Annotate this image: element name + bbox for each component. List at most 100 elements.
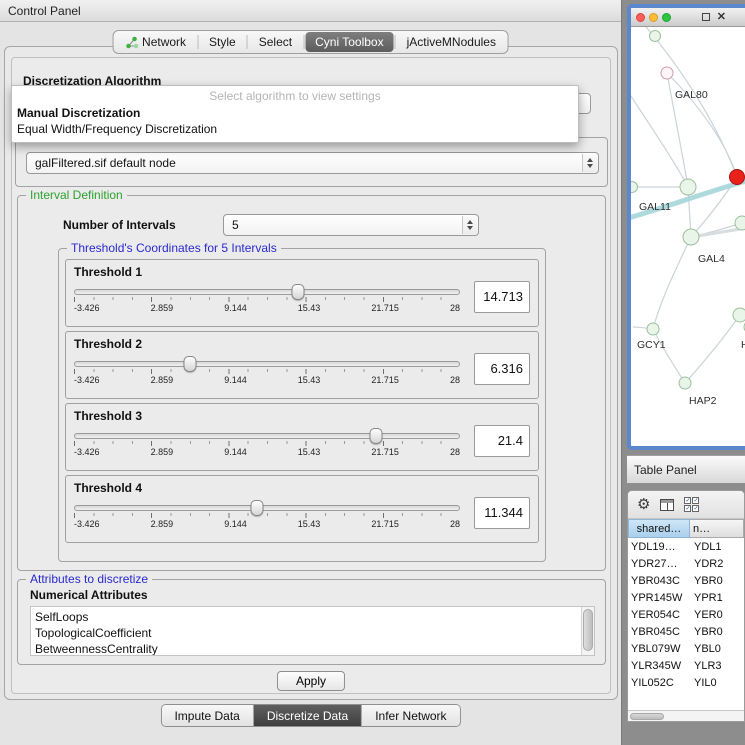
network-node[interactable] bbox=[683, 229, 700, 246]
tick-label: -3.426 bbox=[74, 303, 100, 313]
threshold-label: Threshold 2 bbox=[74, 337, 530, 351]
network-node-label: HAP2 bbox=[689, 395, 716, 407]
table-row[interactable]: YPR145WYPR1 bbox=[628, 589, 744, 606]
network-node[interactable] bbox=[729, 169, 745, 185]
slider-thumb[interactable] bbox=[370, 428, 383, 444]
mini-checkbox-icon: ✓ bbox=[684, 497, 691, 504]
table-row[interactable]: YDL19…YDL1 bbox=[628, 538, 744, 555]
frame-controls: ✕ bbox=[702, 12, 742, 23]
algorithm-popup-list: Manual DiscretizationEqual Width/Frequen… bbox=[12, 105, 578, 137]
tab-separator bbox=[247, 35, 248, 49]
tick-label: 21.715 bbox=[371, 375, 399, 385]
threshold-value-box[interactable]: 14.713 bbox=[474, 281, 530, 313]
table-panel-title: Table Panel bbox=[634, 463, 697, 477]
table-cell: YLR3 bbox=[690, 660, 744, 672]
table-cell: YBR0 bbox=[690, 626, 744, 638]
table-row[interactable]: YIL052CYIL0 bbox=[628, 674, 744, 691]
cyni-toolbox-panel: Discretization Algorithm Select algorith… bbox=[4, 46, 618, 700]
slider-track[interactable] bbox=[74, 505, 460, 511]
top-tab-bar: Network StyleSelectCyni ToolboxjActiveMNo… bbox=[112, 30, 509, 54]
algorithm-popup: Select algorithm to view settings Manual… bbox=[11, 85, 579, 143]
close-traffic-light-icon[interactable] bbox=[636, 13, 645, 22]
scrollbar-thumb[interactable] bbox=[583, 609, 593, 651]
table-row[interactable]: YBR045CYBR0 bbox=[628, 623, 744, 640]
column-header[interactable]: n… bbox=[690, 519, 744, 538]
threshold-slider[interactable]: -3.4262.8599.14415.4321.71528 bbox=[74, 424, 460, 457]
zoom-traffic-light-icon[interactable] bbox=[662, 13, 671, 22]
horizontal-scrollbar[interactable] bbox=[628, 710, 744, 721]
slider-tick-labels: -3.4262.8599.14415.4321.71528 bbox=[74, 303, 460, 313]
slider-track[interactable] bbox=[74, 289, 460, 295]
algorithm-option[interactable]: Manual Discretization bbox=[12, 105, 578, 121]
close-icon[interactable]: ✕ bbox=[717, 12, 726, 23]
columns-icon[interactable] bbox=[660, 499, 674, 511]
table-cell: YBL0 bbox=[690, 643, 744, 655]
tab-jactivemnodules[interactable]: jActiveMNodules bbox=[397, 32, 506, 52]
tab-network[interactable]: Network bbox=[115, 32, 196, 52]
minimize-traffic-light-icon[interactable] bbox=[649, 13, 658, 22]
attribute-item[interactable]: BetweennessCentrality bbox=[35, 641, 580, 656]
attributes-list: SelfLoopsTopologicalCoefficientBetweenne… bbox=[30, 606, 595, 656]
tick-label: 28 bbox=[450, 519, 460, 529]
network-canvas[interactable]: GAL80GAL11GAL4GCY1HAP2H bbox=[631, 27, 745, 446]
apply-button[interactable]: Apply bbox=[277, 671, 345, 691]
attribute-item[interactable]: SelfLoops bbox=[35, 609, 580, 625]
column-header[interactable]: shared… bbox=[628, 519, 690, 538]
network-node[interactable] bbox=[679, 377, 692, 390]
select-columns-icon[interactable]: ✓ ✓ ✓ ✓ bbox=[684, 497, 699, 512]
tick-label: 9.144 bbox=[224, 447, 247, 457]
tab-separator bbox=[395, 35, 396, 49]
table-row[interactable]: YLR345WYLR3 bbox=[628, 657, 744, 674]
slider-track[interactable] bbox=[74, 433, 460, 439]
network-node[interactable] bbox=[661, 67, 674, 80]
network-icon bbox=[125, 36, 138, 49]
threshold-slider[interactable]: -3.4262.8599.14415.4321.71528 bbox=[74, 352, 460, 385]
table-cell: YDR2 bbox=[690, 558, 744, 570]
table-data-combobox[interactable]: galFiltered.sif default node bbox=[26, 152, 599, 174]
window-title: Control Panel bbox=[8, 4, 81, 18]
table-cell: YBR043C bbox=[628, 575, 690, 587]
slider-thumb[interactable] bbox=[291, 284, 304, 300]
slider-thumb[interactable] bbox=[251, 500, 264, 516]
table-row[interactable]: YBL079WYBL0 bbox=[628, 640, 744, 657]
algorithm-option[interactable]: Equal Width/Frequency Discretization bbox=[12, 121, 578, 137]
tab-select[interactable]: Select bbox=[249, 32, 302, 52]
attributes-scrollbar[interactable] bbox=[581, 607, 594, 655]
float-window-icon[interactable] bbox=[702, 13, 710, 21]
slider-track[interactable] bbox=[74, 361, 460, 367]
thresholds-group: Threshold's Coordinates for 5 Intervals … bbox=[58, 248, 546, 562]
network-node[interactable] bbox=[647, 323, 660, 336]
threshold-value: 6.316 bbox=[490, 361, 523, 376]
tab-label: Network bbox=[142, 35, 186, 49]
threshold-value-box[interactable]: 11.344 bbox=[474, 497, 530, 529]
tab-impute-data[interactable]: Impute Data bbox=[161, 705, 253, 726]
table-data-group: Table Data galFiltered.sif default node bbox=[15, 137, 608, 187]
gear-icon[interactable]: ⚙ bbox=[637, 497, 650, 512]
network-node[interactable] bbox=[735, 216, 745, 231]
tab-discretize-data[interactable]: Discretize Data bbox=[254, 705, 362, 726]
table-cell: YIL052C bbox=[628, 677, 690, 689]
table-row[interactable]: YBR043CYBR0 bbox=[628, 572, 744, 589]
threshold-slider[interactable]: -3.4262.8599.14415.4321.71528 bbox=[74, 280, 460, 313]
attribute-item[interactable]: TopologicalCoefficient bbox=[35, 625, 580, 641]
table-row[interactable]: YER054CYER0 bbox=[628, 606, 744, 623]
table-cell: YPR145W bbox=[628, 592, 690, 604]
slider-thumb[interactable] bbox=[184, 356, 197, 372]
tick-label: 21.715 bbox=[371, 447, 399, 457]
network-node[interactable] bbox=[649, 30, 661, 42]
table-row[interactable]: YDR27…YDR2 bbox=[628, 555, 744, 572]
threshold-slider[interactable]: -3.4262.8599.14415.4321.71528 bbox=[74, 496, 460, 529]
tab-infer-network[interactable]: Infer Network bbox=[362, 705, 459, 726]
threshold-value-box[interactable]: 6.316 bbox=[474, 353, 530, 385]
number-of-intervals-combobox[interactable]: 5 bbox=[223, 214, 479, 236]
tab-style[interactable]: Style bbox=[199, 32, 246, 52]
tick-label: 15.43 bbox=[298, 447, 321, 457]
tab-cyni-toolbox[interactable]: Cyni Toolbox bbox=[305, 32, 393, 52]
tab-separator bbox=[197, 35, 198, 49]
threshold-label: Threshold 1 bbox=[74, 265, 530, 279]
scrollbar-thumb[interactable] bbox=[630, 713, 664, 720]
threshold-value-box[interactable]: 21.4 bbox=[474, 425, 530, 457]
network-node[interactable] bbox=[733, 308, 745, 323]
network-node[interactable] bbox=[680, 179, 697, 196]
slider-tick-labels: -3.4262.8599.14415.4321.71528 bbox=[74, 447, 460, 457]
